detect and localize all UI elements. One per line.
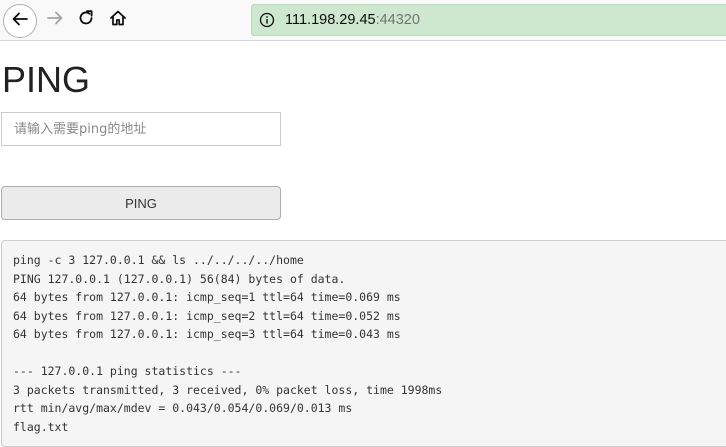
forward-arrow-icon [46, 9, 64, 31]
ping-output: ping -c 3 127.0.0.1 && ls ../../../../ho… [1, 240, 726, 447]
home-icon [109, 9, 127, 31]
url-text: 111.198.29.45:44320 [285, 11, 420, 29]
output-line: rtt min/avg/max/mdev = 0.043/0.054/0.069… [13, 401, 353, 415]
output-line: ping -c 3 127.0.0.1 && ls ../../../../ho… [13, 253, 304, 267]
reload-icon [77, 9, 95, 31]
info-icon[interactable] [259, 12, 275, 32]
url-bar[interactable]: 111.198.29.45:44320 [251, 4, 726, 36]
url-port: :44320 [375, 12, 420, 28]
url-host: 111.198.29.45 [285, 12, 376, 28]
output-line: 64 bytes from 127.0.0.1: icmp_seq=1 ttl=… [13, 290, 401, 304]
forward-button[interactable] [39, 4, 71, 36]
back-arrow-icon [11, 10, 29, 32]
page-title: PING [2, 59, 91, 100]
home-button[interactable] [102, 4, 134, 36]
back-button[interactable] [3, 4, 37, 38]
address-input[interactable] [1, 112, 281, 146]
reload-button[interactable] [70, 4, 102, 36]
output-line: 64 bytes from 127.0.0.1: icmp_seq=3 ttl=… [13, 327, 401, 341]
output-line: flag.txt [13, 419, 69, 434]
output-line: 64 bytes from 127.0.0.1: icmp_seq=2 ttl=… [13, 308, 401, 323]
output-line: 3 packets transmitted, 3 received, 0% pa… [13, 382, 443, 397]
browser-toolbar: 111.198.29.45:44320 [0, 0, 726, 41]
output-line: --- 127.0.0.1 ping statistics --- [13, 364, 242, 378]
output-line: PING 127.0.0.1 (127.0.0.1) 56(84) bytes … [13, 271, 346, 286]
ping-button[interactable]: PING [1, 186, 281, 220]
